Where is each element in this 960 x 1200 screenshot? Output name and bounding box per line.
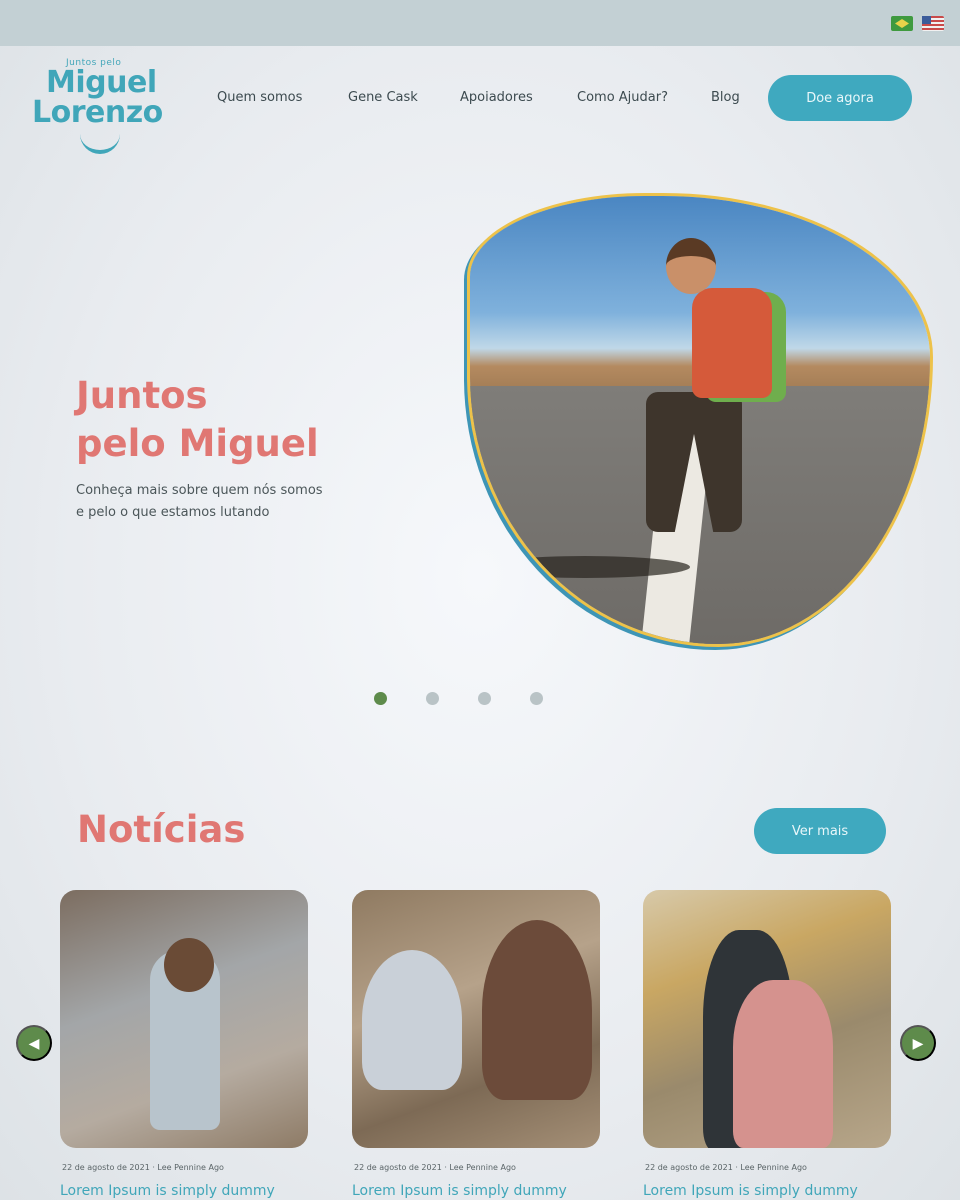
child-head-shape — [666, 238, 716, 294]
nav-item-como-ajudar[interactable]: Como Ajudar? — [577, 90, 668, 105]
news-card-meta-2: 22 de agosto de 2021 · Lee Pennine Ago — [354, 1163, 516, 1172]
nav-item-blog[interactable]: Blog — [711, 90, 740, 105]
carousel-next-button[interactable]: ▶ — [900, 1025, 936, 1061]
news-card-image-1[interactable] — [60, 890, 308, 1148]
carousel-prev-button[interactable]: ◀ — [16, 1025, 52, 1061]
brazil-flag-icon[interactable] — [891, 16, 913, 31]
child-figure-shape — [362, 950, 462, 1090]
news-card-meta-1: 22 de agosto de 2021 · Lee Pennine Ago — [62, 1163, 224, 1172]
girl-figure-shape — [733, 980, 833, 1148]
carousel-dot-2[interactable] — [426, 692, 439, 705]
nav-item-quem-somos[interactable]: Quem somos — [217, 90, 302, 105]
smile-icon — [80, 132, 120, 154]
child-body-shape — [692, 288, 772, 398]
carousel-dot-4[interactable] — [530, 692, 543, 705]
news-card-meta-3: 22 de agosto de 2021 · Lee Pennine Ago — [645, 1163, 807, 1172]
mother-figure-shape — [482, 920, 592, 1100]
carousel-dot-1[interactable] — [374, 692, 387, 705]
usa-flag-icon[interactable] — [922, 16, 944, 31]
logo[interactable]: Juntos pelo Miguel Lorenzo — [30, 58, 180, 158]
top-bar — [0, 0, 960, 46]
news-card-image-2[interactable] — [352, 890, 600, 1148]
donate-button[interactable]: Doe agora — [768, 75, 912, 121]
hero-title-line-1: Juntos — [76, 374, 208, 417]
hero-title: Juntos pelo Miguel — [76, 372, 436, 468]
hero-title-line-2: pelo Miguel — [76, 422, 319, 465]
arrow-left-icon: ◀ — [28, 1034, 40, 1051]
news-card-image-3[interactable] — [643, 890, 891, 1148]
see-more-button[interactable]: Ver mais — [754, 808, 886, 854]
arrow-right-icon: ▶ — [912, 1034, 924, 1051]
news-card-headline-3[interactable]: Lorem Ipsum is simply dummy — [643, 1183, 858, 1199]
logo-line-2: Lorenzo — [32, 95, 163, 130]
shadow-shape — [480, 556, 690, 578]
news-title: Notícias — [77, 808, 246, 851]
hero-subtitle: Conheça mais sobre quem nós somos e pelo… — [76, 480, 406, 524]
child-head-shape — [164, 938, 214, 992]
nav-item-apoiadores[interactable]: Apoiadores — [460, 90, 533, 105]
hero-subtitle-line-2: e pelo o que estamos lutando — [76, 505, 270, 520]
news-card-headline-2[interactable]: Lorem Ipsum is simply dummy — [352, 1183, 567, 1199]
nav-item-gene-cask[interactable]: Gene Cask — [348, 90, 418, 105]
hero-subtitle-line-1: Conheça mais sobre quem nós somos — [76, 483, 323, 498]
hero-image — [470, 196, 930, 644]
carousel-dot-3[interactable] — [478, 692, 491, 705]
logo-line-1: Miguel — [46, 65, 157, 100]
news-card-headline-1[interactable]: Lorem Ipsum is simply dummy — [60, 1183, 275, 1199]
